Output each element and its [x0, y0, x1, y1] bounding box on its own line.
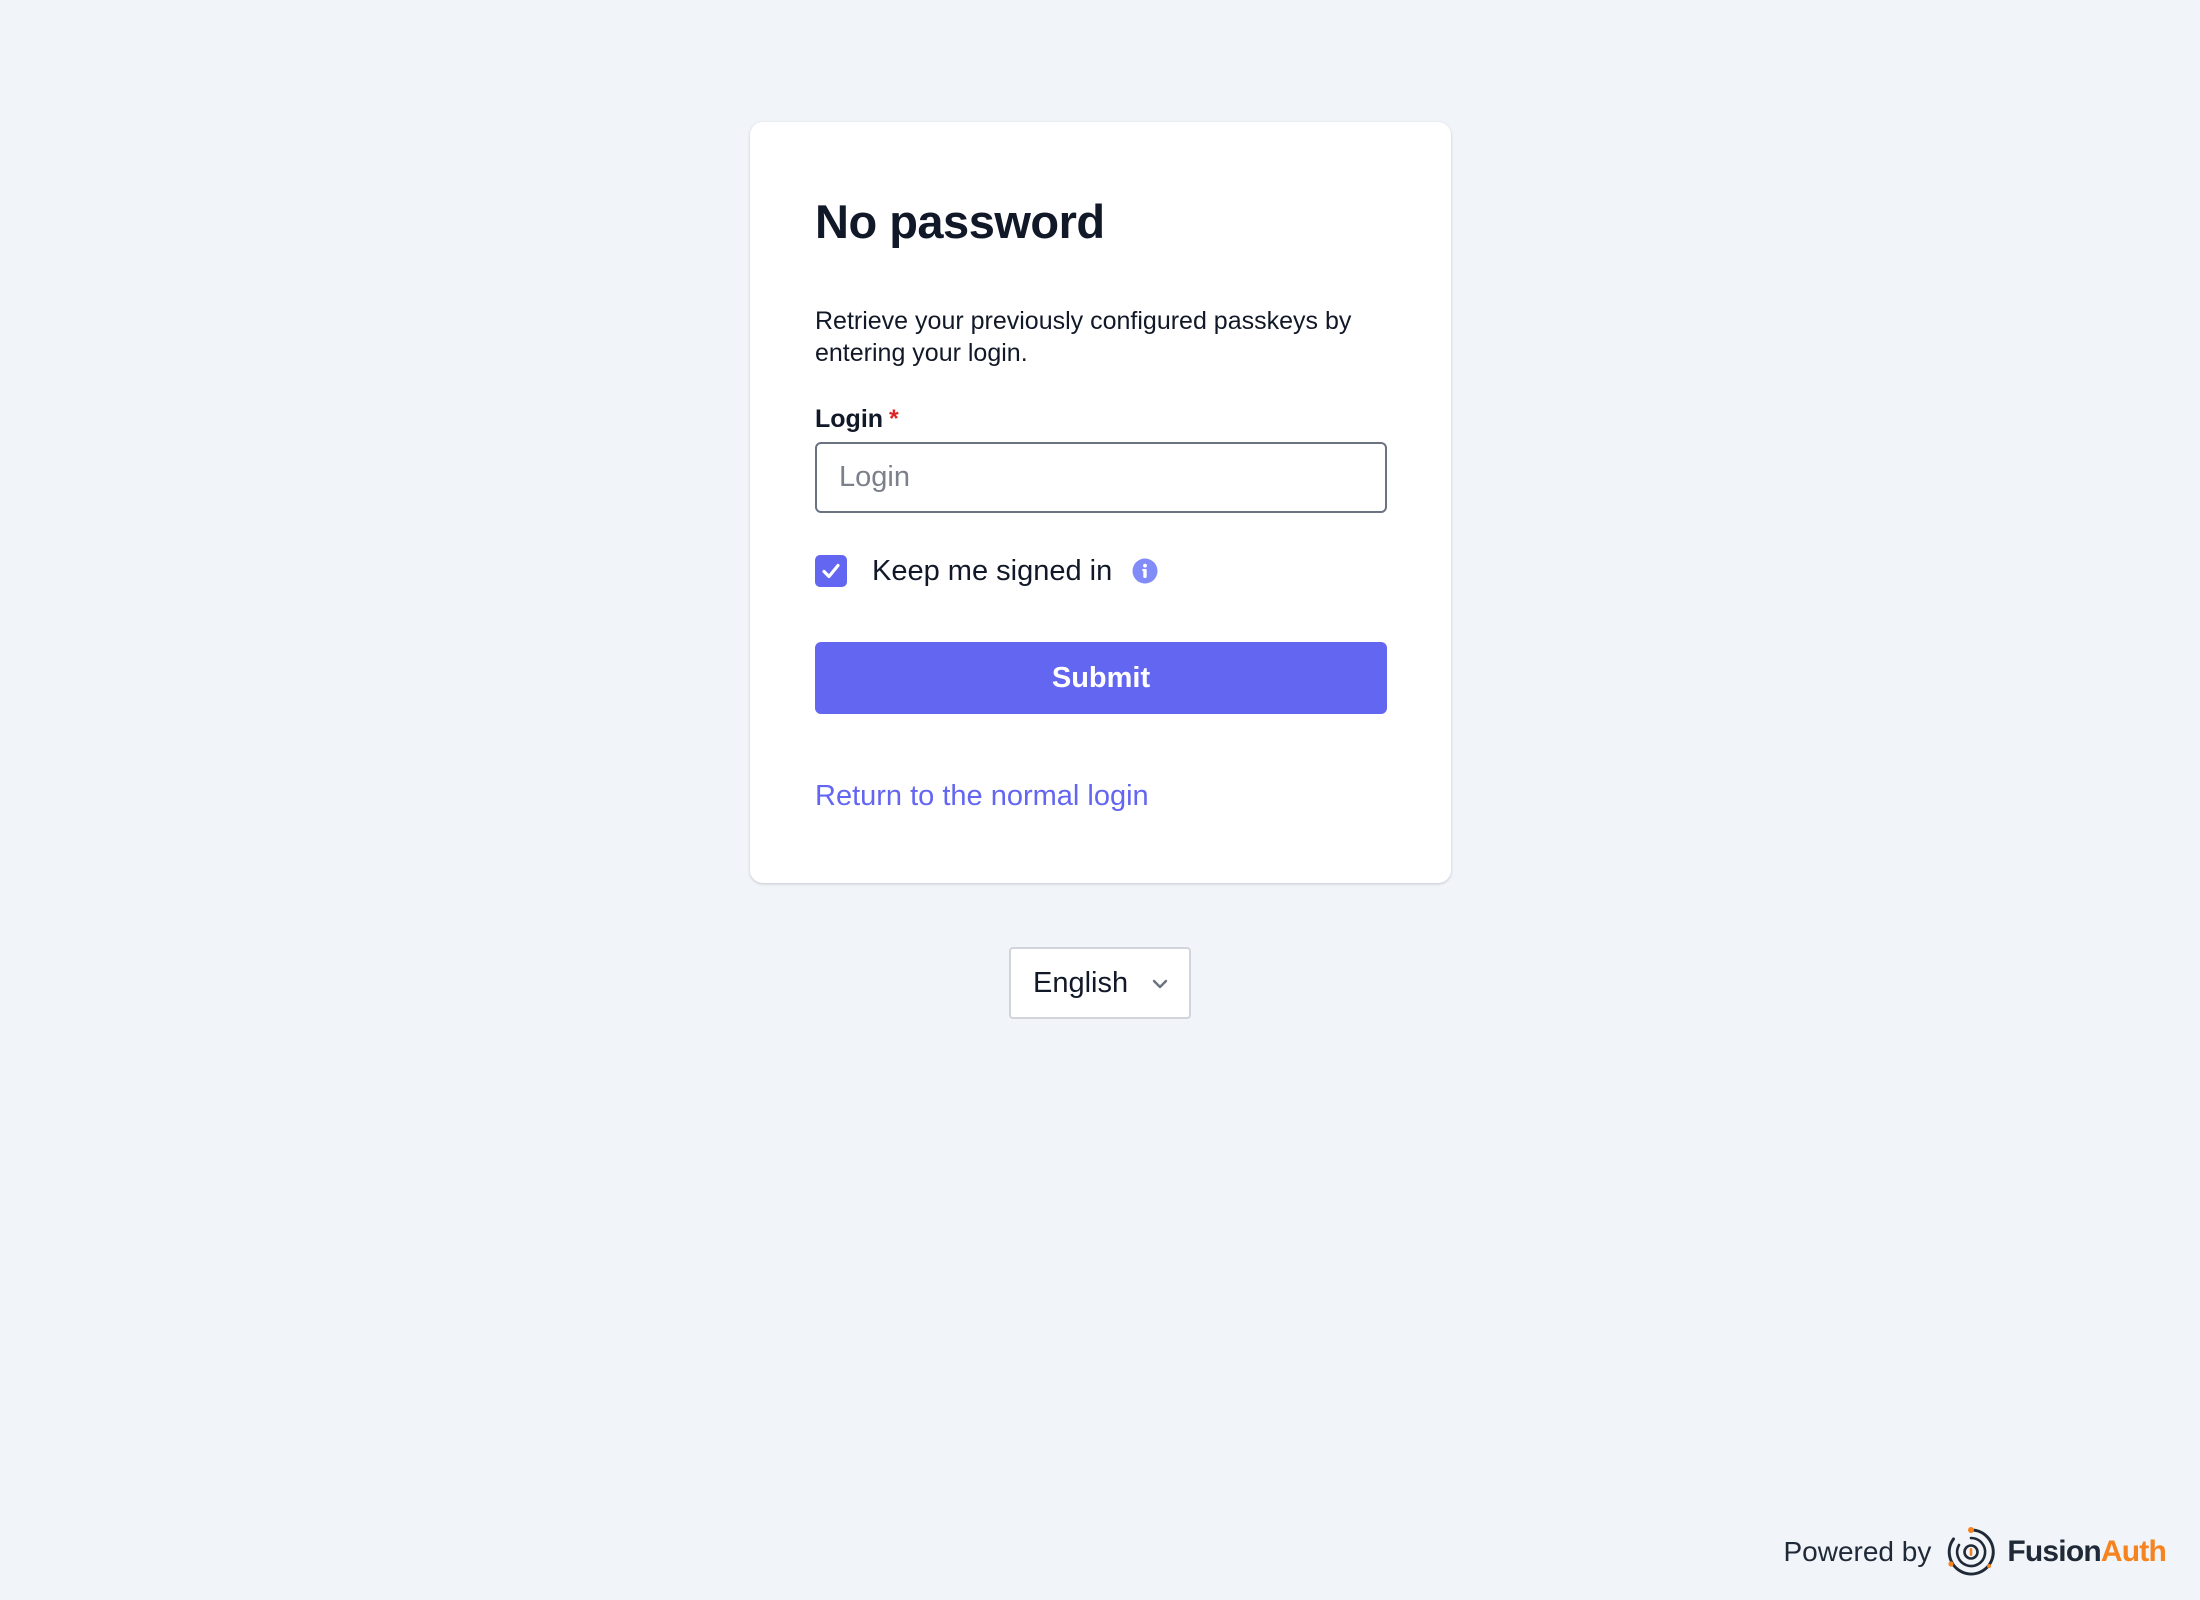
- brand-auth: Auth: [2100, 1535, 2167, 1568]
- page-title: No password: [815, 195, 1105, 248]
- keep-signed-in-label[interactable]: Keep me signed in: [872, 555, 1112, 588]
- powered-by-text: Powered by: [1783, 1536, 1932, 1567]
- keep-signed-in-row: Keep me signed in: [815, 554, 1158, 588]
- brand-fusion: Fusion: [2007, 1535, 2101, 1568]
- language-selected-value: English: [1033, 966, 1129, 999]
- description-text: Retrieve your previously configured pass…: [815, 307, 1352, 367]
- login-label-text: Login: [815, 405, 884, 433]
- language-select[interactable]: English: [1009, 947, 1191, 1019]
- powered-by-footer: Powered by FusionAuth: [1783, 1525, 2167, 1579]
- submit-button[interactable]: Submit: [815, 642, 1387, 714]
- required-marker: *: [889, 405, 899, 433]
- chevron-down-icon: [1152, 979, 1168, 989]
- login-label: Login *: [815, 405, 899, 434]
- login-input[interactable]: [815, 442, 1387, 513]
- keep-signed-in-checkbox[interactable]: [815, 555, 847, 587]
- fusionauth-logo-icon: [1948, 1527, 1996, 1576]
- login-card: No password Retrieve your previously con…: [750, 122, 1451, 883]
- check-icon: [822, 563, 840, 579]
- fusionauth-wordmark: FusionAuth: [2007, 1535, 2166, 1569]
- return-to-login-link[interactable]: Return to the normal login: [815, 780, 1149, 813]
- info-icon[interactable]: [1132, 558, 1158, 584]
